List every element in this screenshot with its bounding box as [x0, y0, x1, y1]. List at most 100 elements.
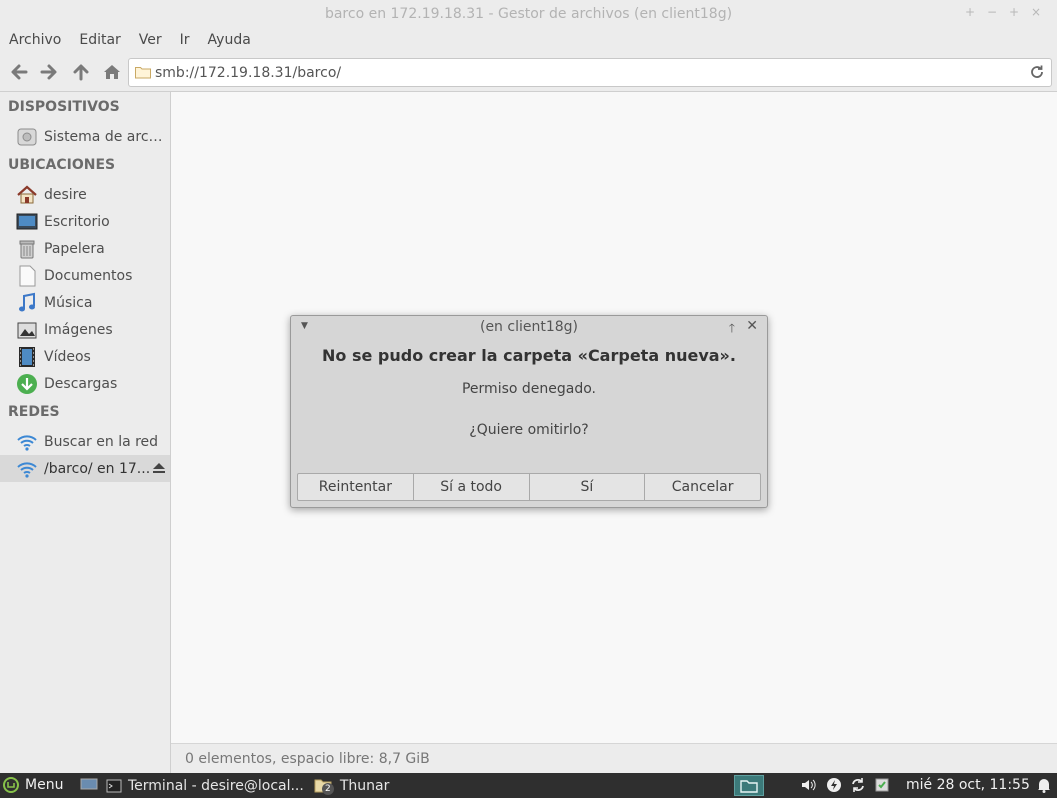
error-dialog: ▼ (en client18g) 🡑 ✕ No se pudo crear la…: [290, 315, 768, 508]
window-titlebar: barco en 172.19.18.31 - Gestor de archiv…: [0, 0, 1057, 28]
window-controls: + − + ×: [963, 5, 1043, 19]
sidebar-item-label: Papelera: [44, 240, 105, 257]
arrow-up-icon: [73, 64, 89, 81]
power-icon[interactable]: [826, 777, 842, 793]
maximize-icon[interactable]: −: [985, 5, 999, 19]
sidebar-item-trash[interactable]: Papelera: [0, 235, 170, 262]
sidebar-item-label: Vídeos: [44, 348, 91, 365]
forward-button[interactable]: [38, 61, 60, 83]
dialog-heading: No se pudo crear la carpeta «Carpeta nue…: [322, 346, 736, 365]
clock[interactable]: mié 28 oct, 11:55: [906, 777, 1030, 793]
sidebar-item-videos[interactable]: Vídeos: [0, 343, 170, 370]
dialog-message: Permiso denegado.: [461, 381, 596, 397]
sidebar-item-downloads[interactable]: Descargas: [0, 370, 170, 397]
sidebar-item-label: Documentos: [44, 267, 133, 284]
task-label: Thunar: [339, 778, 390, 794]
cancel-button[interactable]: Cancelar: [645, 474, 760, 500]
sidebar-item-home[interactable]: desire: [0, 181, 170, 208]
workspace-indicator[interactable]: [734, 775, 764, 796]
sidebar-header-devices: DISPOSITIVOS: [8, 99, 120, 115]
sidebar-item-browse-network[interactable]: Buscar en la red: [0, 428, 170, 455]
sidebar: DISPOSITIVOS Sistema de arch... UBICACIO…: [0, 92, 171, 773]
sidebar-item-label: Descargas: [44, 375, 118, 392]
video-icon: [16, 346, 38, 368]
close-icon[interactable]: ×: [1029, 5, 1043, 19]
home-button[interactable]: [101, 61, 123, 83]
sync-icon[interactable]: [850, 777, 866, 793]
sidebar-item-label: Imágenes: [44, 321, 113, 338]
sidebar-item-label: Sistema de arch...: [44, 128, 170, 145]
system-tray: [800, 777, 890, 793]
task-thunar[interactable]: 2 Thunar: [314, 777, 390, 795]
sidebar-item-music[interactable]: Música: [0, 289, 170, 316]
desktop-icon: [16, 211, 38, 233]
yes-button[interactable]: Sí: [530, 474, 646, 500]
sidebar-item-label: Escritorio: [44, 213, 110, 230]
network-icon: [16, 458, 38, 480]
status-bar: 0 elementos, espacio libre: 8,7 GiB: [171, 743, 1057, 773]
mint-logo-icon: [3, 777, 19, 793]
sidebar-item-barco-share[interactable]: /barco/ en 17...: [0, 455, 170, 482]
sidebar-header-places: UBICACIONES: [8, 157, 116, 173]
up-button[interactable]: [70, 61, 92, 83]
dialog-question: ¿Quiere omitirlo?: [469, 422, 589, 438]
start-menu-button[interactable]: Menu: [3, 777, 63, 793]
back-button[interactable]: [8, 61, 30, 83]
folder-icon: [135, 67, 151, 79]
sidebar-item-pictures[interactable]: Imágenes: [0, 316, 170, 343]
menu-ir[interactable]: Ir: [171, 32, 199, 48]
restore-icon[interactable]: +: [1007, 5, 1021, 19]
close-icon[interactable]: ✕: [746, 318, 758, 334]
arrow-left-icon: [11, 64, 28, 80]
menu-archivo[interactable]: Archivo: [0, 32, 70, 48]
terminal-icon: [106, 779, 122, 793]
yes-to-all-button[interactable]: Sí a todo: [414, 474, 530, 500]
start-menu-label: Menu: [25, 777, 64, 793]
task-terminal[interactable]: Terminal - desire@local...: [106, 778, 304, 794]
sidebar-header-network: REDES: [8, 404, 60, 420]
retry-button[interactable]: Reintentar: [298, 474, 414, 500]
minimize-icon[interactable]: +: [963, 5, 977, 19]
home-icon: [16, 184, 38, 206]
sidebar-item-desktop[interactable]: Escritorio: [0, 208, 170, 235]
sidebar-item-filesystem[interactable]: Sistema de arch...: [0, 123, 170, 150]
folder-icon: [740, 779, 758, 793]
arrow-right-icon: [40, 64, 57, 80]
document-icon: [16, 265, 38, 287]
drive-icon: [16, 126, 38, 148]
location-bar[interactable]: [128, 58, 1052, 87]
update-manager-icon[interactable]: [874, 777, 890, 793]
toolbar: [0, 52, 1057, 92]
music-icon: [16, 292, 38, 314]
show-desktop-icon[interactable]: [80, 776, 98, 796]
menu-editar[interactable]: Editar: [70, 32, 129, 48]
home-icon: [104, 65, 120, 79]
network-icon: [16, 431, 38, 453]
trash-icon: [16, 238, 38, 260]
menu-ayuda[interactable]: Ayuda: [199, 32, 260, 48]
sidebar-item-label: Música: [44, 294, 93, 311]
sidebar-item-documents[interactable]: Documentos: [0, 262, 170, 289]
eject-icon[interactable]: [152, 461, 166, 475]
folder-icon: 2: [314, 777, 334, 795]
keep-above-icon[interactable]: 🡑: [729, 319, 735, 340]
sidebar-item-label: Buscar en la red: [44, 433, 159, 450]
reload-icon[interactable]: [1029, 64, 1045, 80]
pictures-icon: [16, 319, 38, 341]
sidebar-item-label: /barco/ en 17...: [44, 460, 151, 477]
dialog-button-row: Reintentar Sí a todo Sí Cancelar: [297, 473, 761, 501]
download-icon: [16, 373, 38, 395]
volume-icon[interactable]: [800, 777, 818, 793]
window-title: barco en 172.19.18.31 - Gestor de archiv…: [324, 6, 733, 22]
menubar: Archivo Editar Ver Ir Ayuda: [0, 28, 1057, 52]
location-input[interactable]: [155, 64, 1015, 81]
window-count-badge: 2: [321, 783, 334, 795]
notification-bell-icon[interactable]: [1037, 777, 1051, 793]
dialog-title: (en client18g): [479, 319, 578, 335]
task-label: Terminal - desire@local...: [128, 778, 304, 794]
sidebar-item-label: desire: [44, 186, 87, 203]
task-list: Terminal - desire@local... 2 Thunar: [80, 776, 399, 796]
taskbar: Menu Terminal - desire@local... 2 Thunar…: [0, 773, 1057, 798]
menu-ver[interactable]: Ver: [130, 32, 171, 48]
status-text: 0 elementos, espacio libre: 8,7 GiB: [185, 750, 430, 767]
